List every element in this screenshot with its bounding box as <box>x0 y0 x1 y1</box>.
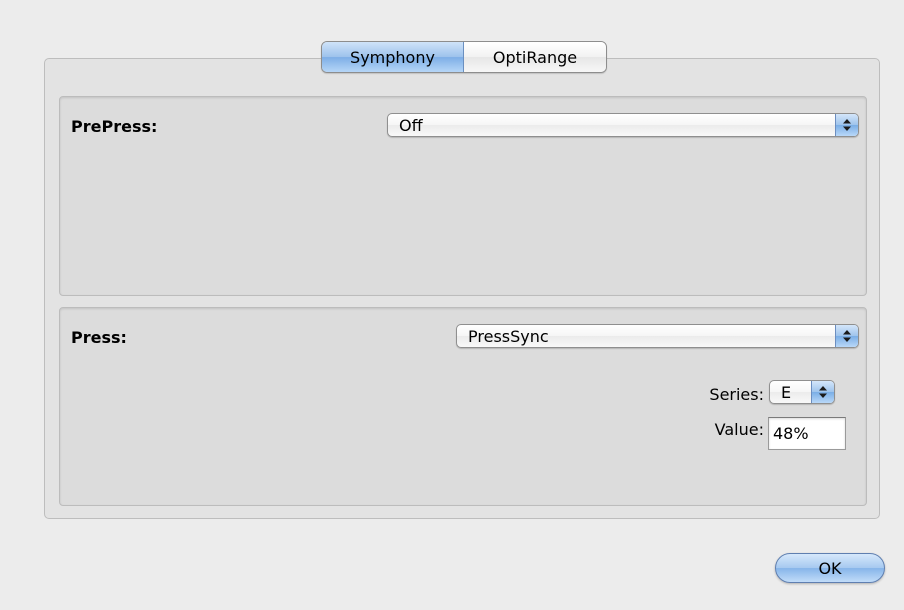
prepress-popup[interactable]: Off <box>387 113 859 137</box>
series-popup-value: E <box>781 382 792 402</box>
tab-segmented-control: Symphony OptiRange <box>321 41 607 73</box>
updown-arrows-icon <box>835 114 858 136</box>
tab-symphony[interactable]: Symphony <box>322 42 464 72</box>
value-field[interactable]: 48% <box>768 417 846 450</box>
value-label: Value: <box>714 420 764 439</box>
press-label: Press: <box>71 328 127 347</box>
prepress-popup-value: Off <box>399 115 423 135</box>
series-popup[interactable]: E <box>769 380 835 404</box>
prepress-label: PrePress: <box>71 117 158 136</box>
updown-arrows-icon <box>811 381 834 403</box>
press-group: Press: PressSync Series: E Value: 48% <box>59 307 867 506</box>
tab-optirange[interactable]: OptiRange <box>464 42 606 72</box>
press-popup[interactable]: PressSync <box>456 324 859 348</box>
ok-button[interactable]: OK <box>775 553 885 583</box>
series-label: Series: <box>709 385 764 404</box>
updown-arrows-icon <box>835 325 858 347</box>
prepress-group: PrePress: Off <box>59 96 867 296</box>
press-popup-value: PressSync <box>468 326 549 346</box>
